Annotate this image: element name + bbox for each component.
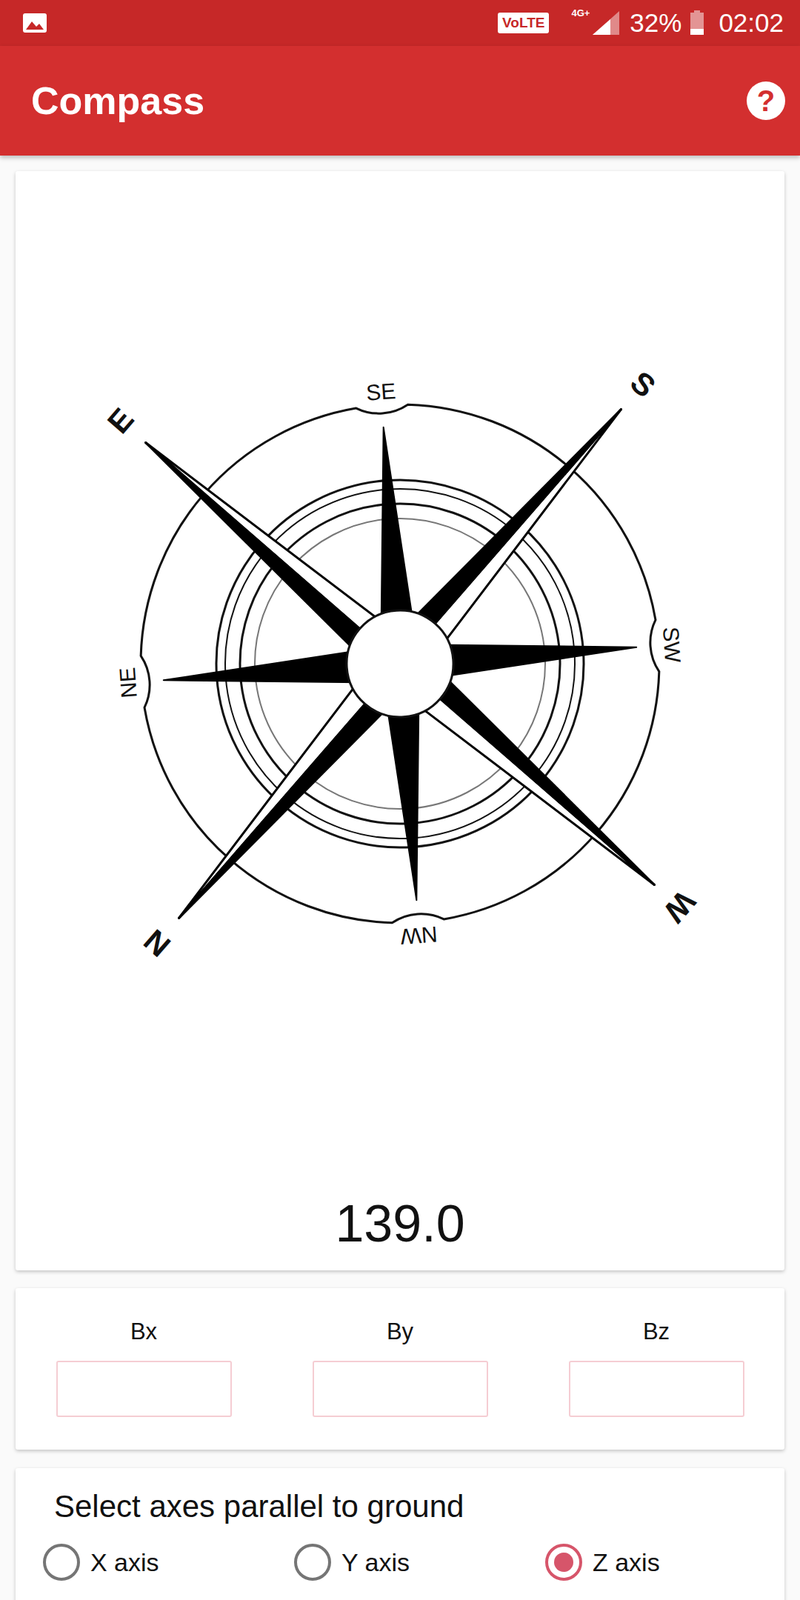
field-input[interactable] [312,1360,489,1418]
axis-title: Select axes parallel to ground [54,1487,785,1526]
app-bar: Compass? [0,45,800,156]
field-input[interactable] [568,1360,745,1418]
direction-label: NW [399,922,439,949]
battery-percent: 32% [629,8,682,38]
radio-button[interactable] [294,1543,332,1581]
signal-indicator: 4G+ [571,10,621,36]
radio-option[interactable]: Y axis [294,1543,546,1581]
compass-app: VoLTE 4G+ 32% 02:02 Compass? N NE E SE S SW W NW 139.… [0,0,800,1600]
radio-label[interactable]: Z axis [592,1548,660,1578]
app-title: Compass [31,78,205,123]
direction-label: SE [365,378,397,406]
radio-dot [554,1552,574,1572]
radio-option[interactable]: Z axis [545,1543,797,1581]
heading-reading: 139.0 [334,1194,465,1254]
signal-icon [591,10,621,36]
field-label: By [386,1317,414,1346]
direction-label: SW [658,625,686,664]
field-column: Bz [528,1317,785,1420]
axis-card: Select axes parallel to ground X axis Y ax… [15,1468,785,1600]
volte-badge: VoLTE [497,12,549,34]
radio-button[interactable] [545,1543,583,1581]
compass-rose-icon: N NE E SE S SW W NW [16,280,784,1048]
status-icons: VoLTE 4G+ 32% 02:02 [497,8,784,38]
direction-label: S [623,364,663,405]
intercardinal-points [163,427,637,900]
radio-option[interactable]: X axis [42,1543,295,1581]
help-button[interactable]: ? [746,81,786,120]
field-label: Bz [642,1317,670,1346]
battery-icon [690,10,704,36]
field-input[interactable] [56,1360,232,1418]
field-card: Bx By Bz [15,1288,785,1450]
field-column: By [271,1317,529,1420]
network-type: 4G+ [571,7,590,19]
field-label: Bx [130,1317,158,1346]
center-hub [324,588,475,739]
status-bar: VoLTE 4G+ 32% 02:02 [0,0,800,46]
field-column: Bx [15,1317,272,1420]
cardinal-points [16,280,784,1048]
radio-label[interactable]: X axis [90,1548,160,1578]
radio-label[interactable]: Y axis [341,1548,410,1578]
direction-label: E [100,401,141,440]
clock: 02:02 [718,8,784,38]
compass-card: N NE E SE S SW W NW 139.0 [15,171,785,1271]
radio-group: X axis Y axis Z axis [42,1543,785,1581]
gallery-icon [22,12,48,34]
direction-label: W [656,884,703,930]
direction-label: N [137,922,178,964]
help-icon[interactable]: ? [757,85,775,116]
outer-ring [34,297,766,1030]
radio-button[interactable] [42,1543,80,1581]
direction-label: NE [114,666,142,700]
